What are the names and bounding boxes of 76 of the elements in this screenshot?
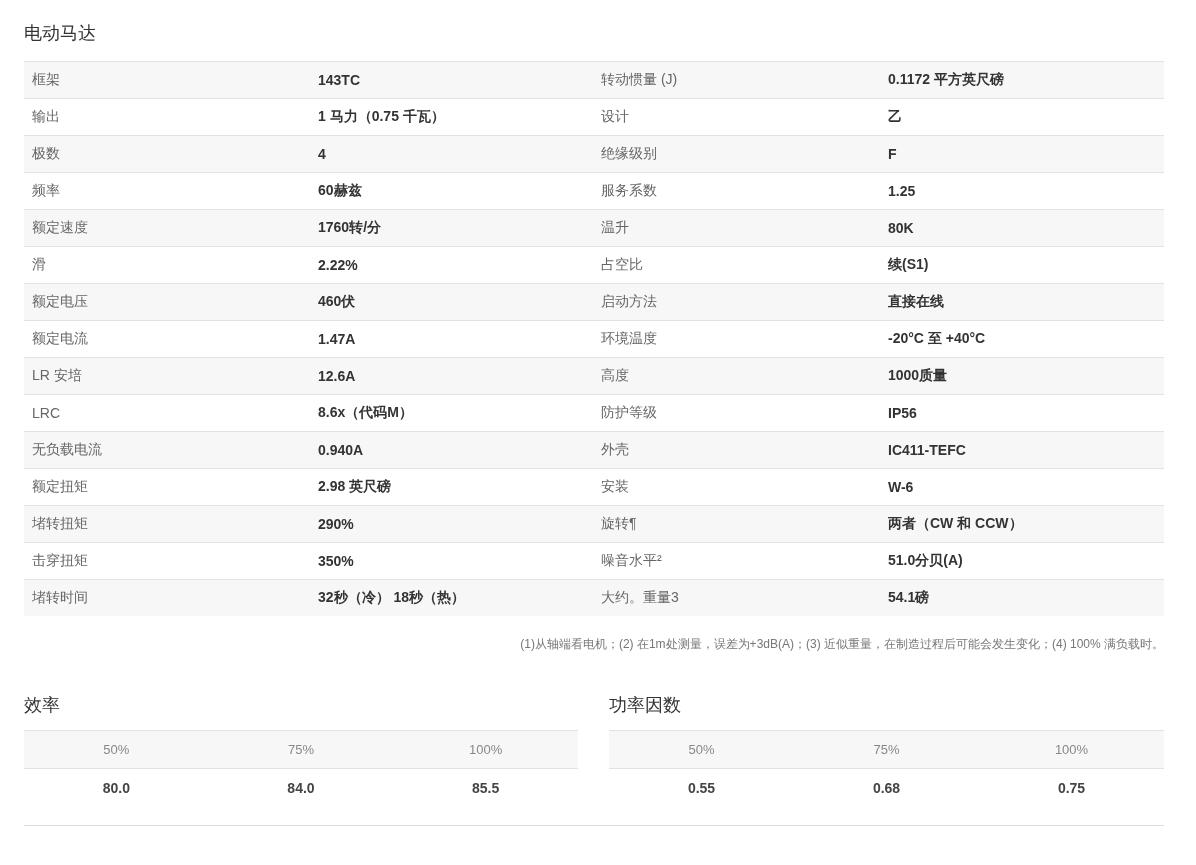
spec-label: 额定电压	[31, 293, 89, 311]
spec-label: 旋转¶	[600, 515, 638, 533]
spec-value: 0.940A	[317, 442, 365, 458]
spec-label: 额定电流	[31, 330, 89, 348]
spec-label: 滑	[31, 256, 47, 274]
spec-value: 直接在线	[887, 293, 945, 311]
spec-value: 54.1磅	[887, 589, 931, 607]
spec-value: 4	[317, 146, 327, 162]
spec-label: 环境温度	[600, 330, 658, 348]
spec-label: 设计	[600, 108, 630, 126]
spec-value: 1.25	[887, 183, 917, 199]
table-cell: 84.0	[287, 779, 315, 796]
spec-value: IC411-TEFC	[887, 442, 967, 458]
spec-label: 占空比	[600, 256, 644, 274]
spec-label: 绝缘级别	[600, 145, 658, 163]
spec-value: 32秒（冷） 18秒（热）	[317, 589, 467, 607]
spec-label: 防护等级	[600, 404, 658, 422]
spec-value: 60赫兹	[317, 182, 363, 200]
spec-value: 1.47A	[317, 331, 357, 347]
spec-value: -20°C 至 +40°C	[887, 330, 987, 348]
column-header: 50%	[103, 742, 130, 757]
spec-label: LRC	[31, 405, 61, 421]
table-cell: 85.5	[472, 779, 500, 796]
spec-value: 0.1172 平方英尺磅	[887, 71, 1005, 89]
spec-label: 服务系数	[600, 182, 658, 200]
column-header: 100%	[1054, 742, 1089, 757]
spec-value: 2.22%	[317, 257, 359, 273]
spec-label: 额定速度	[31, 219, 89, 237]
section-title: 效率	[24, 694, 61, 717]
section-title: 电动马达	[24, 22, 97, 45]
spec-label: 堵转扭矩	[31, 515, 89, 533]
spec-label: 外壳	[600, 441, 630, 459]
section-title: 功率因数	[609, 694, 682, 717]
column-header: 50%	[688, 742, 715, 757]
column-header: 75%	[287, 742, 314, 757]
spec-value: 2.98 英尺磅	[317, 478, 393, 496]
spec-label: 转动惯量 (J)	[600, 71, 679, 89]
spec-value: 12.6A	[317, 368, 357, 384]
spec-value: 续(S1)	[887, 256, 930, 274]
spec-label: 无负载电流	[31, 441, 103, 459]
spec-label: 输出	[31, 108, 61, 126]
spec-value: 1000质量	[887, 367, 949, 385]
spec-value: 290%	[317, 516, 355, 532]
spec-label: 额定扭矩	[31, 478, 89, 496]
spec-label: 极数	[31, 145, 61, 163]
spec-value: 8.6x（代码M）	[317, 404, 414, 422]
spec-value: 1760转/分	[317, 219, 383, 237]
table-cell: 0.68	[872, 779, 901, 796]
spec-value: 80K	[887, 220, 915, 236]
column-header: 100%	[469, 742, 503, 757]
spec-label: 框架	[31, 71, 61, 89]
spec-value: IP56	[887, 405, 918, 421]
spec-label: 高度	[600, 367, 630, 385]
spec-value: 乙	[887, 108, 903, 126]
spec-value: W-6	[887, 479, 915, 495]
spec-label: 堵转时间	[31, 589, 89, 607]
spec-label: 安装	[600, 478, 630, 496]
spec-value: 51.0分贝(A)	[887, 552, 964, 570]
spec-label: 温升	[600, 219, 630, 237]
spec-value: 1 马力（0.75 千瓦）	[317, 108, 446, 126]
spec-value: 143TC	[317, 72, 362, 88]
spec-value: F	[887, 146, 898, 162]
spec-value: 两者（CW 和 CCW）	[887, 515, 1024, 533]
spec-value: 460伏	[317, 293, 357, 311]
spec-label: 启动方法	[600, 293, 658, 311]
spec-label: 噪音水平²	[600, 552, 663, 570]
footnote: (1)从轴端看电机；(2) 在1m处测量，误差为+3dB(A)；(3) 近似重量，在制造过程后可能会发生变化；(4) 100% 满负载时。	[519, 636, 1164, 652]
table-cell: 80.0	[102, 779, 130, 796]
spec-value: 350%	[317, 553, 355, 569]
spec-label: LR 安培	[31, 367, 83, 385]
spec-label: 大约。重量3	[600, 589, 680, 607]
column-header: 75%	[873, 742, 900, 757]
table-cell: 0.75	[1057, 779, 1086, 796]
table-cell: 0.55	[687, 779, 716, 796]
spec-label: 频率	[31, 182, 61, 200]
spec-label: 击穿扭矩	[31, 552, 89, 570]
